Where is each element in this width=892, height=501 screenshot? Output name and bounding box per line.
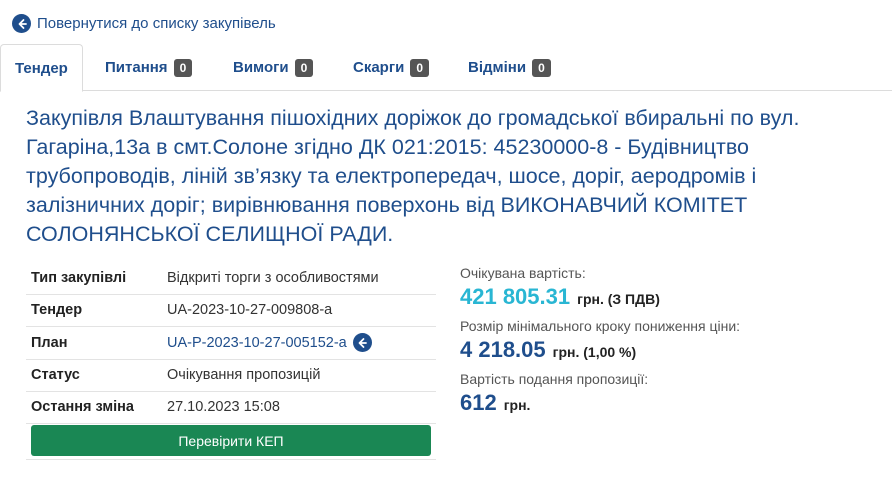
tab-label: Вимоги — [233, 59, 289, 76]
min-step-amount: 4 218.05 — [460, 337, 546, 362]
table-row: План UA-P-2023-10-27-005152-a — [26, 326, 436, 360]
tab-label: Тендер — [15, 59, 68, 77]
table-row: Статус Очікування пропозицій — [26, 359, 436, 392]
submission-fee-unit: грн. — [503, 397, 531, 413]
row-key: Тендер — [26, 294, 162, 327]
tab-claims[interactable]: Вимоги 0 — [219, 44, 327, 91]
row-key: Статус — [26, 359, 162, 392]
tab-label: Питання — [105, 59, 168, 76]
row-key: План — [26, 326, 162, 360]
tab-questions[interactable]: Питання 0 — [91, 44, 206, 91]
row-value-cell: UA-P-2023-10-27-005152-a — [162, 326, 436, 360]
status-value: Очікування пропозицій — [162, 359, 436, 392]
tender-info-table: Тип закупівлі Відкриті торги з особливос… — [26, 262, 436, 424]
page-title: Закупівля Влаштування пішохідних доріжок… — [26, 106, 800, 246]
back-to-list-link[interactable]: Повернутися до списку закупівель — [12, 14, 276, 33]
expected-value: 421 805.31 грн. (З ПДВ) — [460, 284, 880, 315]
check-kep-button[interactable]: Перевірити КЕП — [31, 425, 431, 456]
min-step-label: Розмір мінімального кроку пониження ціни… — [460, 318, 741, 334]
plan-link[interactable]: UA-P-2023-10-27-005152-a — [167, 335, 347, 351]
tab-tender[interactable]: Тендер — [0, 44, 83, 92]
arrow-left-circle-icon — [12, 14, 31, 33]
tab-bar: Тендер Питання 0 Вимоги 0 Скарги 0 Відмі… — [0, 44, 892, 92]
table-row: Тип закупівлі Відкриті торги з особливос… — [26, 262, 436, 295]
tab-complaints[interactable]: Скарги 0 — [339, 44, 443, 91]
tab-label: Скарги — [353, 59, 405, 76]
min-step-value: 4 218.05 грн. (1,00 %) — [460, 337, 880, 368]
kep-section: Перевірити КЕП — [26, 418, 436, 460]
tab-cancellations[interactable]: Відміни 0 — [454, 44, 565, 91]
row-value: Відкриті торги з особливостями — [162, 262, 436, 295]
expected-amount: 421 805.31 — [460, 284, 571, 309]
arrow-left-circle-icon[interactable] — [352, 333, 372, 352]
row-value: UA-2023-10-27-009808-a — [162, 294, 436, 327]
min-step-unit: грн. (1,00 %) — [552, 344, 637, 360]
table-row: Тендер UA-2023-10-27-009808-a — [26, 294, 436, 327]
back-link-label: Повернутися до списку закупівель — [37, 15, 276, 32]
expected-unit: грн. (З ПДВ) — [577, 291, 660, 307]
count-badge: 0 — [173, 58, 193, 77]
row-key: Тип закупівлі — [26, 262, 162, 295]
count-badge: 0 — [294, 58, 314, 77]
count-badge: 0 — [410, 58, 430, 77]
submission-fee-amount: 612 — [460, 390, 497, 415]
price-summary: Очікувана вартість: 421 805.31 грн. (З П… — [460, 262, 880, 421]
tab-label: Відміни — [468, 59, 527, 76]
submission-fee-value: 612 грн. — [460, 390, 880, 421]
expected-value-label: Очікувана вартість: — [460, 265, 586, 281]
count-badge: 0 — [532, 58, 551, 77]
submission-fee-label: Вартість подання пропозиції: — [460, 371, 649, 387]
